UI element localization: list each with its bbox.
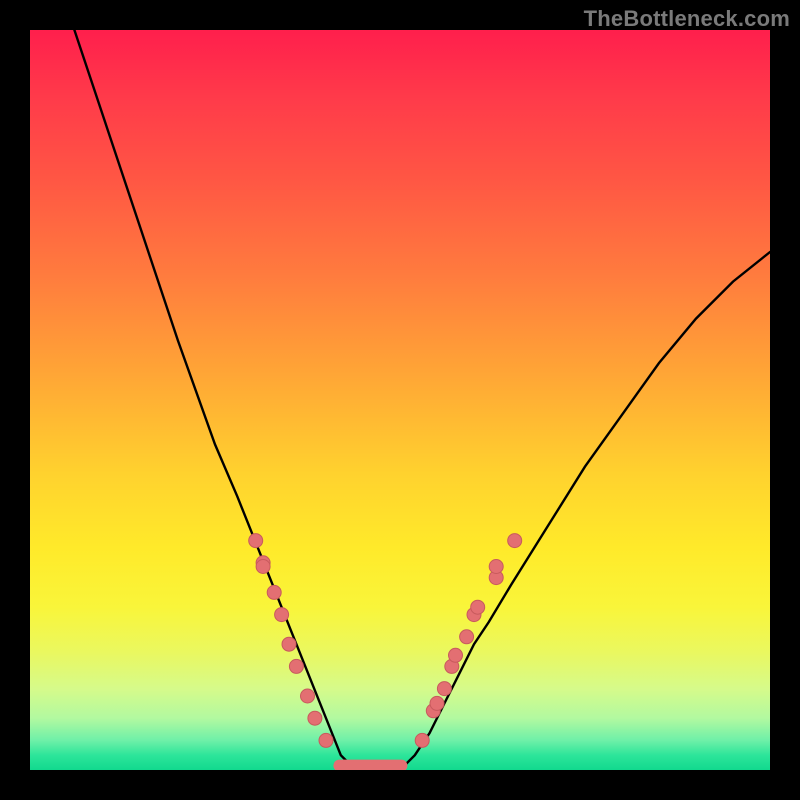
curve-left-branch	[74, 30, 355, 770]
curve-right-branch	[400, 252, 770, 770]
data-marker	[489, 560, 503, 574]
plot-area	[30, 30, 770, 770]
chart-stage: TheBottleneck.com	[0, 0, 800, 800]
data-marker	[301, 689, 315, 703]
markers-right	[415, 534, 522, 748]
data-marker	[308, 711, 322, 725]
data-marker	[437, 682, 451, 696]
data-marker	[275, 608, 289, 622]
watermark-text: TheBottleneck.com	[584, 6, 790, 32]
data-marker	[471, 600, 485, 614]
data-marker	[415, 733, 429, 747]
curve-layer	[30, 30, 770, 770]
data-marker	[249, 534, 263, 548]
data-marker	[256, 560, 270, 574]
data-marker	[508, 534, 522, 548]
data-marker	[289, 659, 303, 673]
data-marker	[319, 733, 333, 747]
data-marker	[460, 630, 474, 644]
data-marker	[449, 648, 463, 662]
data-marker	[282, 637, 296, 651]
markers-left	[249, 534, 333, 748]
data-marker	[267, 585, 281, 599]
data-marker	[430, 696, 444, 710]
curve-plateau	[333, 760, 407, 770]
